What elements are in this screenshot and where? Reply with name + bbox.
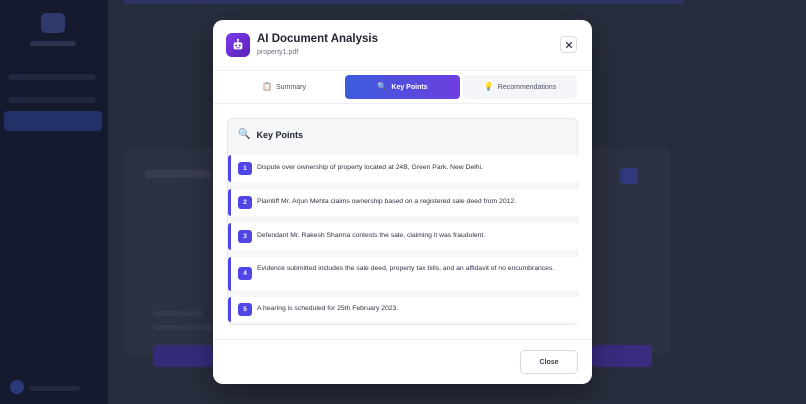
key-point-item: 3 Defendant Mr. Rakesh Sharma contests t… <box>228 223 579 250</box>
key-point-text: Evidence submitted includes the sale dee… <box>257 265 555 272</box>
key-point-text: Plaintiff Mr. Arjun Mehta claims ownersh… <box>257 198 517 205</box>
close-modal-button[interactable]: Close <box>520 350 578 374</box>
key-point-number: 4 <box>238 267 252 280</box>
key-point-number: 5 <box>238 303 252 316</box>
key-point-item: 5 A hearing is scheduled for 25th Februa… <box>228 297 579 322</box>
tab-key-points[interactable]: 🔍 Key Points <box>345 75 460 99</box>
key-point-number: 2 <box>238 196 252 209</box>
key-points-panel: 🔍 Key Points 1 Dispute over ownership of… <box>227 118 579 325</box>
key-point-number: 1 <box>238 162 252 175</box>
key-point-text: Defendant Mr. Rakesh Sharma contests the… <box>257 232 486 239</box>
modal-title: AI Document Analysis <box>257 33 378 45</box>
key-point-item: 4 Evidence submitted includes the sale d… <box>228 257 579 291</box>
tab-label: Summary <box>276 83 306 91</box>
key-point-item: 2 Plaintiff Mr. Arjun Mehta claims owner… <box>228 189 579 216</box>
key-points-header: 🔍 Key Points <box>238 129 303 141</box>
key-point-text: Dispute over ownership of property locat… <box>257 164 483 171</box>
modal-header: AI Document Analysis property1.pdf <box>213 20 592 71</box>
key-points-title: Key Points <box>256 130 303 140</box>
key-point-number: 3 <box>238 230 252 243</box>
tab-label: Recommendations <box>497 83 557 91</box>
close-icon <box>565 41 572 48</box>
magnifier-icon: 🔍 <box>238 129 251 140</box>
close-button[interactable] <box>560 36 577 53</box>
tab-summary[interactable]: 📋 Summary <box>227 75 341 99</box>
analysis-modal: AI Document Analysis property1.pdf 📋 Sum… <box>213 20 592 384</box>
modal-footer: Close <box>213 339 592 384</box>
document-filename: property1.pdf <box>257 49 299 56</box>
key-point-item: 1 Dispute over ownership of property loc… <box>228 155 579 182</box>
tab-recommendations[interactable]: 💡 Recommendations <box>463 75 577 99</box>
tab-label: Key Points <box>391 83 428 91</box>
lightbulb-icon: 💡 <box>483 82 494 91</box>
magnifier-icon: 🔍 <box>377 82 388 91</box>
key-point-text: A hearing is scheduled for 25th February… <box>257 305 399 312</box>
clipboard-icon: 📋 <box>262 82 272 91</box>
tab-bar: 📋 Summary 🔍 Key Points 💡 Recommendations <box>213 71 592 104</box>
robot-icon <box>226 33 250 57</box>
